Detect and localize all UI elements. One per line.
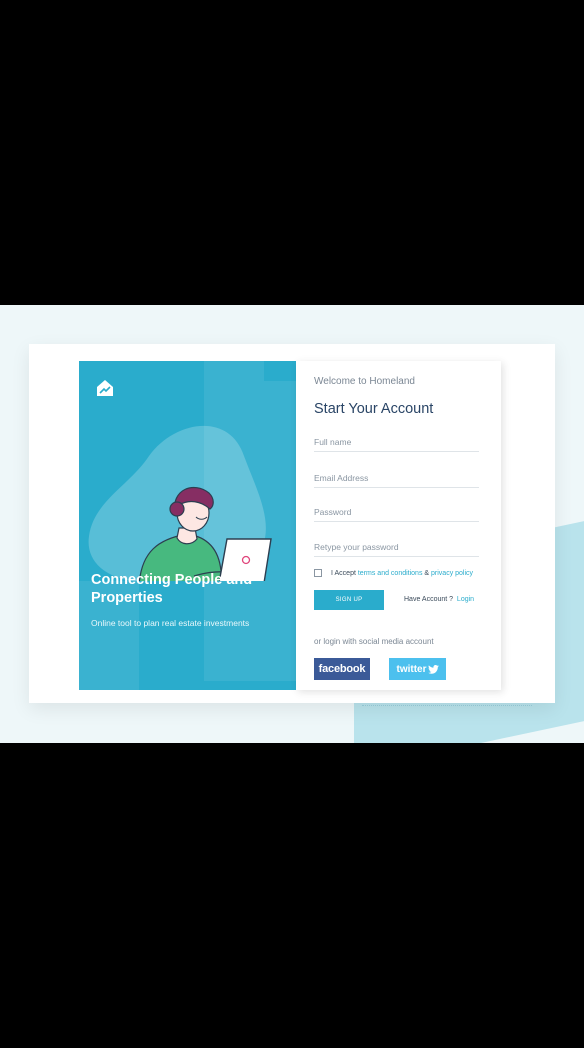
sign-up-button[interactable]: SIGN UP bbox=[314, 590, 384, 610]
hero-panel: Connecting People and Properties Online … bbox=[79, 361, 296, 690]
retype-password-input[interactable] bbox=[314, 542, 479, 552]
accept-and: & bbox=[424, 569, 430, 577]
signup-card: Connecting People and Properties Online … bbox=[29, 344, 555, 703]
twitter-login-button[interactable]: twitter bbox=[389, 658, 446, 680]
welcome-text: Welcome to Homeland bbox=[314, 376, 415, 387]
page-background: Connecting People and Properties Online … bbox=[0, 305, 584, 743]
hero-headline: Connecting People and Properties bbox=[91, 572, 253, 606]
form-title: Start Your Account bbox=[314, 401, 434, 417]
facebook-label: facebook bbox=[318, 663, 366, 675]
email-input[interactable] bbox=[314, 473, 479, 483]
privacy-link[interactable]: privacy policy bbox=[431, 570, 473, 577]
facebook-login-button[interactable]: facebook bbox=[314, 658, 370, 680]
hero-tagline: Online tool to plan real estate investme… bbox=[91, 618, 250, 628]
accept-prefix: I Accept bbox=[331, 569, 356, 577]
accept-terms-row: I Accept terms and conditions & privacy … bbox=[314, 569, 473, 577]
login-link[interactable]: Login bbox=[457, 596, 474, 603]
woman-laptop-illustration bbox=[88, 425, 272, 581]
full-name-field bbox=[314, 432, 479, 452]
twitter-bird-icon bbox=[427, 664, 439, 674]
twitter-label: twitter bbox=[396, 663, 427, 675]
house-chart-icon bbox=[97, 380, 113, 396]
password-input[interactable] bbox=[314, 507, 479, 517]
password-field bbox=[314, 502, 479, 522]
accept-checkbox[interactable] bbox=[314, 569, 322, 577]
terms-link[interactable]: terms and conditions bbox=[358, 570, 423, 577]
full-name-input[interactable] bbox=[314, 437, 479, 447]
social-login-label: or login with social media account bbox=[314, 637, 434, 646]
signup-form: Welcome to Homeland Start Your Account I… bbox=[296, 361, 501, 690]
have-account-row: Have Account ? Login bbox=[404, 596, 474, 603]
have-account-text: Have Account ? bbox=[404, 596, 454, 603]
email-field bbox=[314, 468, 479, 488]
retype-password-field bbox=[314, 537, 479, 557]
background-dotted-line bbox=[362, 705, 532, 716]
